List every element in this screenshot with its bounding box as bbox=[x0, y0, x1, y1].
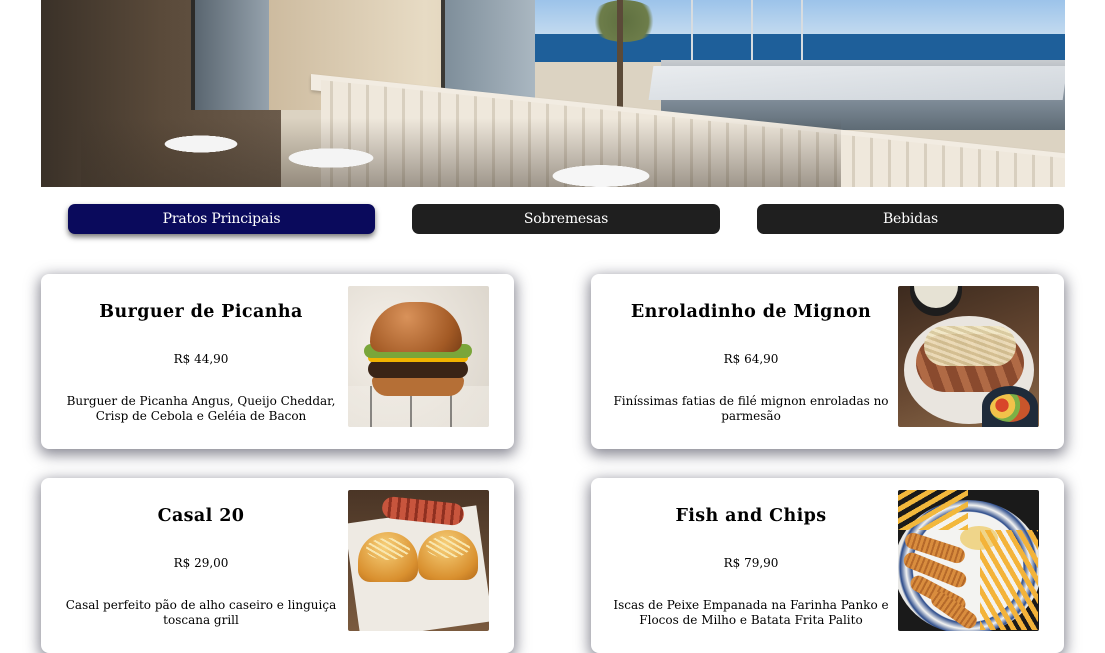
menu-card-text: Burguer de Picanha R$ 44,90 Burguer de P… bbox=[63, 274, 339, 449]
awning bbox=[648, 66, 1065, 100]
dish-name: Fish and Chips bbox=[675, 506, 827, 526]
dining-tables bbox=[81, 118, 841, 187]
dish-photo bbox=[898, 286, 1039, 427]
boat-mast bbox=[751, 0, 753, 60]
dish-price: R$ 64,90 bbox=[723, 352, 779, 366]
menu-card-text: Enroladinho de Mignon R$ 64,90 Finíssima… bbox=[613, 274, 889, 449]
dish-photo bbox=[898, 490, 1039, 631]
dish-name: Enroladinho de Mignon bbox=[630, 302, 872, 322]
boat-mast bbox=[691, 0, 693, 60]
dish-photo bbox=[348, 286, 489, 427]
dish-price: R$ 44,90 bbox=[173, 352, 229, 366]
tab-sobremesas[interactable]: Sobremesas bbox=[412, 204, 720, 234]
dish-description: Burguer de Picanha Angus, Queijo Cheddar… bbox=[66, 394, 336, 423]
olive-tree bbox=[589, 0, 659, 42]
menu-card-casal-20[interactable]: Casal 20 R$ 29,00 Casal perfeito pão de … bbox=[41, 478, 514, 653]
tab-pratos-principais[interactable]: Pratos Principais bbox=[68, 204, 375, 234]
dish-price: R$ 79,90 bbox=[723, 556, 779, 570]
menu-card-burguer-de-picanha[interactable]: Burguer de Picanha R$ 44,90 Burguer de P… bbox=[41, 274, 514, 449]
dish-description: Finíssimas fatias de filé mignon enrolad… bbox=[613, 394, 889, 423]
menu-card-fish-and-chips[interactable]: Fish and Chips R$ 79,90 Iscas de Peixe E… bbox=[591, 478, 1064, 653]
dish-name: Burguer de Picanha bbox=[99, 302, 303, 322]
dish-photo bbox=[348, 490, 489, 631]
olive-tree-trunk bbox=[617, 0, 623, 110]
menu-card-text: Fish and Chips R$ 79,90 Iscas de Peixe E… bbox=[613, 478, 889, 653]
dish-name: Casal 20 bbox=[157, 506, 245, 526]
boat-mast bbox=[801, 0, 803, 60]
hero-banner-image bbox=[41, 0, 1065, 187]
dish-description: Iscas de Peixe Empanada na Farinha Panko… bbox=[613, 598, 889, 627]
menu-card-text: Casal 20 R$ 29,00 Casal perfeito pão de … bbox=[63, 478, 339, 653]
dish-description: Casal perfeito pão de alho caseiro e lin… bbox=[65, 598, 337, 627]
menu-card-enroladinho-de-mignon[interactable]: Enroladinho de Mignon R$ 64,90 Finíssima… bbox=[591, 274, 1064, 449]
window bbox=[191, 0, 279, 110]
tab-bebidas[interactable]: Bebidas bbox=[757, 204, 1064, 234]
dish-price: R$ 29,00 bbox=[173, 556, 229, 570]
